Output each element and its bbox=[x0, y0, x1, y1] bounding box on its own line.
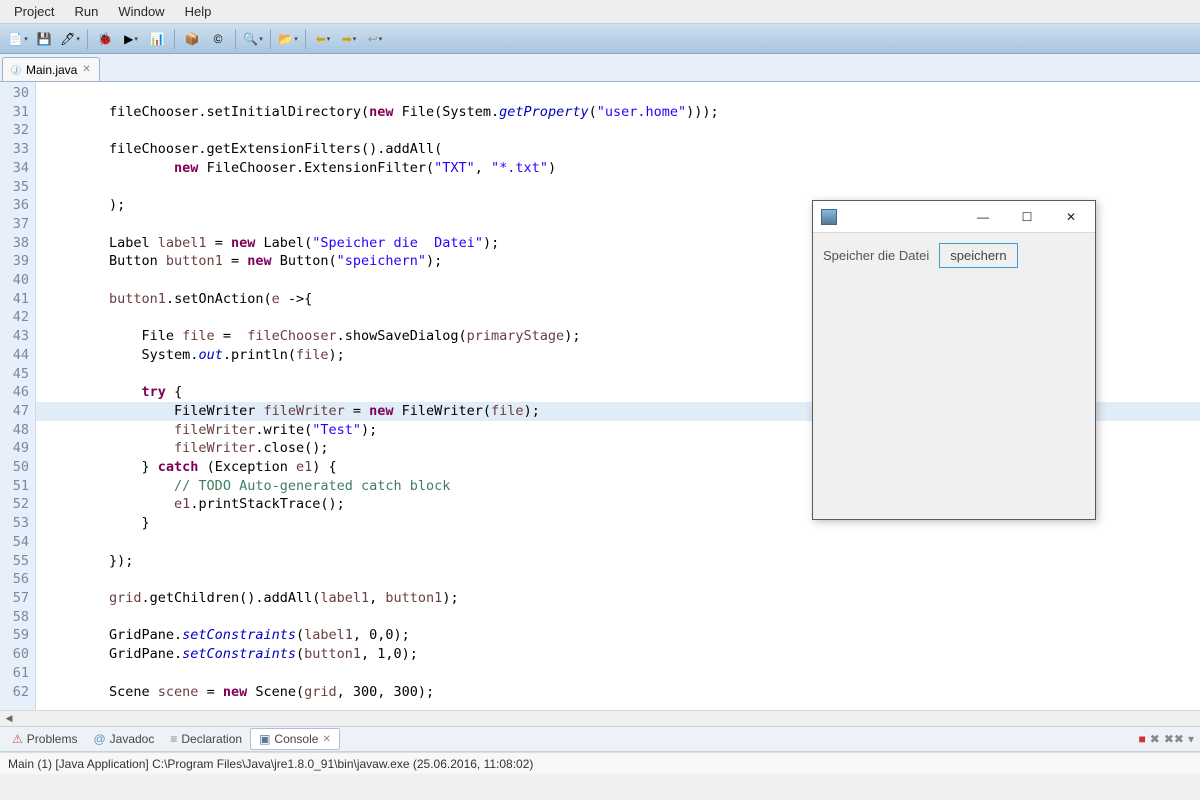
nav-forward-button[interactable]: ➡ bbox=[337, 28, 361, 50]
pin-console-button[interactable]: ▾ bbox=[1188, 732, 1194, 746]
new-class-button[interactable]: © bbox=[206, 28, 230, 50]
save-all-button[interactable]: 🖊 bbox=[58, 28, 82, 50]
speichern-button[interactable]: speichern bbox=[939, 243, 1017, 268]
search-button[interactable]: 🔍 bbox=[241, 28, 265, 50]
app-titlebar[interactable]: — ☐ ✕ bbox=[813, 201, 1095, 233]
javadoc-icon: @ bbox=[93, 732, 105, 746]
close-console-icon[interactable]: ✕ bbox=[322, 734, 330, 745]
coverage-button[interactable]: 📊 bbox=[145, 28, 169, 50]
editor-tab-main-java[interactable]: Ⓙ Main.java ✕ bbox=[2, 57, 100, 81]
app-label: Speicher die Datei bbox=[823, 248, 929, 263]
declaration-tab[interactable]: ≡Declaration bbox=[162, 729, 250, 749]
problems-icon: ⚠ bbox=[12, 732, 23, 746]
app-content: Speicher die Datei speichern bbox=[813, 233, 1095, 278]
toolbar-separator bbox=[270, 29, 271, 49]
menu-help[interactable]: Help bbox=[175, 2, 222, 21]
new-button[interactable]: 📄 bbox=[6, 28, 30, 50]
close-tab-icon[interactable]: ✕ bbox=[82, 64, 90, 75]
save-button[interactable]: 💾 bbox=[32, 28, 56, 50]
scroll-left-icon[interactable]: ◀ bbox=[2, 712, 16, 726]
problems-tab[interactable]: ⚠Problems bbox=[4, 729, 85, 749]
terminate-button[interactable]: ■ bbox=[1139, 732, 1146, 746]
console-toolbar: ■ ✖ ✖✖ ▾ bbox=[1139, 732, 1194, 746]
open-type-button[interactable]: 📂 bbox=[276, 28, 300, 50]
menu-bar: Project Run Window Help bbox=[0, 0, 1200, 24]
declaration-icon: ≡ bbox=[170, 732, 177, 746]
editor-tab-bar: Ⓙ Main.java ✕ bbox=[0, 54, 1200, 82]
close-window-button[interactable]: ✕ bbox=[1049, 202, 1093, 232]
remove-launch-button[interactable]: ✖ bbox=[1150, 732, 1160, 746]
javafx-app-window[interactable]: — ☐ ✕ Speicher die Datei speichern bbox=[812, 200, 1096, 520]
horizontal-scrollbar[interactable]: ◀ bbox=[0, 710, 1200, 726]
toolbar-separator bbox=[87, 29, 88, 49]
tab-label: Main.java bbox=[26, 63, 77, 77]
toolbar-separator bbox=[174, 29, 175, 49]
status-text: Main (1) [Java Application] C:\Program F… bbox=[8, 757, 533, 771]
run-button[interactable]: ▶ bbox=[119, 28, 143, 50]
toolbar-separator bbox=[305, 29, 306, 49]
menu-project[interactable]: Project bbox=[4, 2, 64, 21]
debug-button[interactable]: 🐞 bbox=[93, 28, 117, 50]
menu-run[interactable]: Run bbox=[64, 2, 108, 21]
status-bar: Main (1) [Java Application] C:\Program F… bbox=[0, 752, 1200, 774]
window-buttons: — ☐ ✕ bbox=[961, 202, 1093, 232]
toolbar-separator bbox=[235, 29, 236, 49]
nav-last-edit-button[interactable]: ↩ bbox=[363, 28, 387, 50]
bottom-panel-tabs: ⚠Problems @Javadoc ≡Declaration ▣Console… bbox=[0, 726, 1200, 752]
console-tab[interactable]: ▣Console✕ bbox=[250, 728, 340, 750]
line-number-gutter: 30 31 32 33 34 35 36 37 38 39 40 41 42 4… bbox=[0, 82, 36, 710]
nav-back-button[interactable]: ⬅ bbox=[311, 28, 335, 50]
toolbar: 📄 💾 🖊 🐞 ▶ 📊 📦 © 🔍 📂 ⬅ ➡ ↩ bbox=[0, 24, 1200, 54]
remove-all-button[interactable]: ✖✖ bbox=[1164, 732, 1184, 746]
javadoc-tab[interactable]: @Javadoc bbox=[85, 729, 162, 749]
menu-window[interactable]: Window bbox=[108, 2, 174, 21]
console-icon: ▣ bbox=[259, 732, 270, 746]
app-icon bbox=[821, 209, 837, 225]
new-package-button[interactable]: 📦 bbox=[180, 28, 204, 50]
minimize-button[interactable]: — bbox=[961, 202, 1005, 232]
java-file-icon: Ⓙ bbox=[11, 62, 21, 77]
maximize-button[interactable]: ☐ bbox=[1005, 202, 1049, 232]
